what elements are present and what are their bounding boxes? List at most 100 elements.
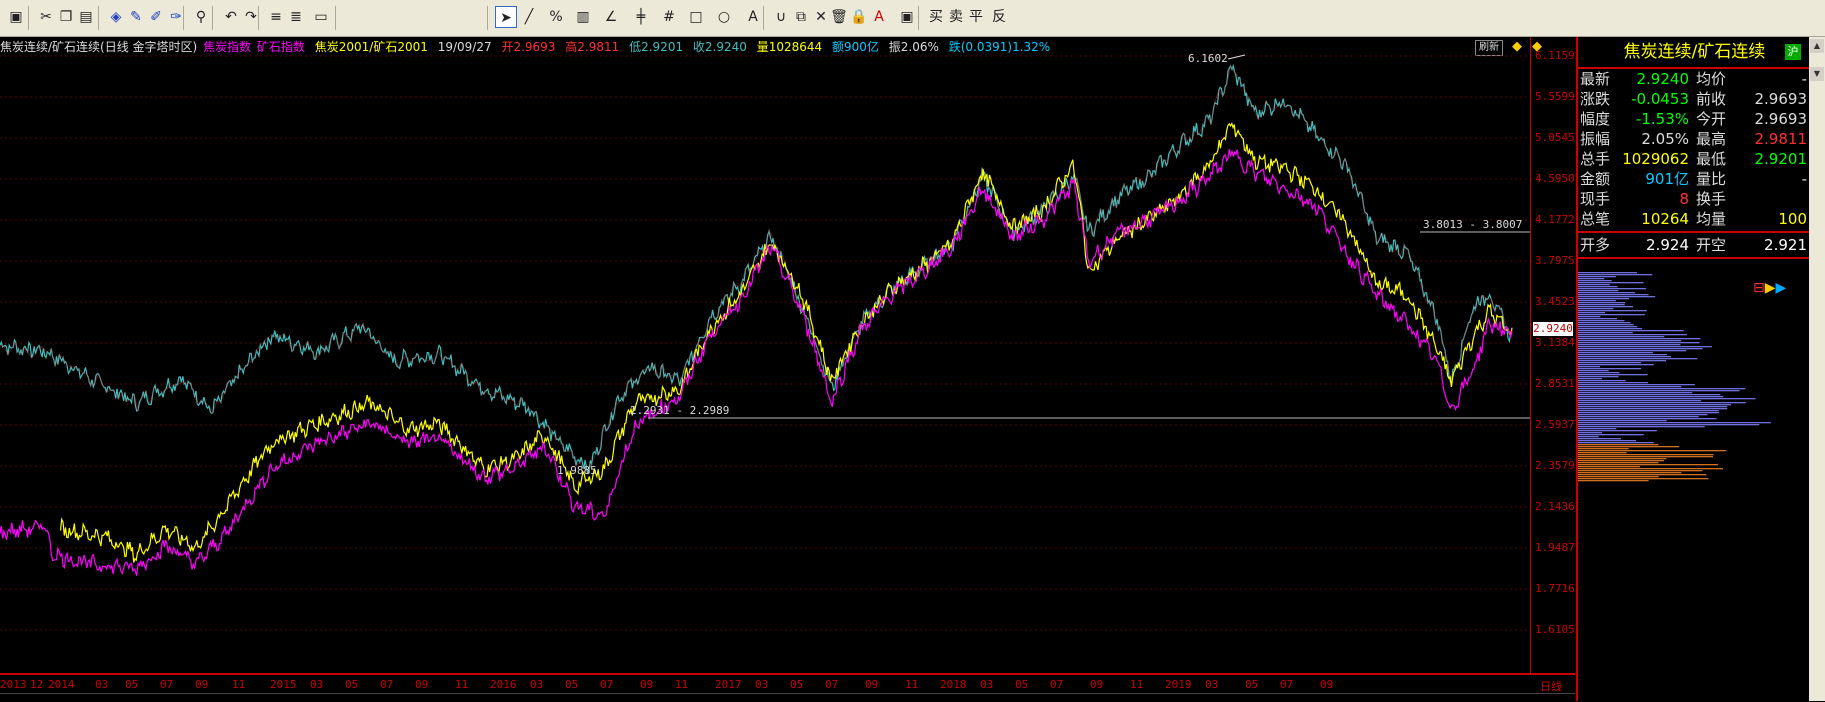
scroll-down-icon[interactable]: ▼ xyxy=(1810,67,1824,81)
toolbar-separator xyxy=(258,6,259,30)
time-axis-label: 03 xyxy=(755,678,769,691)
hash-tool-icon[interactable]: # xyxy=(658,6,680,28)
volume-profile-bar xyxy=(1578,272,1637,274)
volume-profile-bar xyxy=(1578,286,1618,288)
time-axis-label: 2019 xyxy=(1165,678,1192,691)
volume-profile-bar xyxy=(1578,304,1625,306)
volume-profile-bar xyxy=(1578,326,1638,328)
price-axis-label: 2.3579 xyxy=(1535,459,1575,472)
volume-profile-bar xyxy=(1578,364,1654,366)
volume-profile-bar xyxy=(1578,420,1667,422)
volume-profile-bar xyxy=(1578,386,1682,388)
volume-profile-bar xyxy=(1578,294,1649,296)
price-axis-label: 5.0545 xyxy=(1535,131,1575,144)
volume-profile-bar xyxy=(1578,374,1648,376)
quote-value: - xyxy=(1801,170,1807,188)
price-axis-label: 1.6105 xyxy=(1535,623,1575,636)
quote-value: -1.53% xyxy=(1635,110,1689,128)
price-axis-label: 5.5599 xyxy=(1535,90,1575,103)
sell-label[interactable]: 卖 xyxy=(945,6,967,28)
volume-profile-bar xyxy=(1578,424,1760,426)
volume-profile-bar xyxy=(1578,348,1703,350)
quote-label: 量比 xyxy=(1696,170,1727,188)
current-price-tag: 2.9240 xyxy=(1533,322,1573,336)
volume-profile-bar xyxy=(1578,428,1617,430)
scroll-up-icon[interactable]: ▲ xyxy=(1810,39,1824,53)
price-chart[interactable]: 6.1602 1.9885 2.2931 - 2.2989 3.8013 - 3.80… xyxy=(0,37,1530,673)
volume-profile-bar xyxy=(1578,434,1644,436)
time-axis-label: 11 xyxy=(905,678,919,691)
flat-label[interactable]: 平 xyxy=(965,6,987,28)
copy-icon[interactable]: ❐ xyxy=(55,6,77,28)
grid-tool-icon[interactable]: ▥ xyxy=(572,6,594,28)
volume-profile-bar xyxy=(1578,412,1720,414)
parallel-tool-icon[interactable]: ╪ xyxy=(630,6,652,28)
volume-profile-bar xyxy=(1578,456,1713,458)
toolbar-separator xyxy=(335,6,336,30)
cut-icon[interactable]: ✂ xyxy=(35,6,57,28)
buy-label[interactable]: 买 xyxy=(925,6,947,28)
pointer-icon[interactable]: ➤ xyxy=(495,6,517,28)
time-axis-label: 03 xyxy=(1205,678,1219,691)
time-axis-label: 09 xyxy=(415,678,429,691)
volume-profile-bar xyxy=(1578,398,1756,400)
volume-profile-bar xyxy=(1578,442,1654,444)
draw-tool-3-icon[interactable]: ✐ xyxy=(145,6,167,28)
volume-profile-bar xyxy=(1578,416,1699,418)
line-tool-icon[interactable]: ╱ xyxy=(518,6,540,28)
volume-profile-bar xyxy=(1578,278,1605,280)
volume-profile-bar xyxy=(1578,376,1619,378)
time-axis-label: 05 xyxy=(345,678,359,691)
time-axis-label: 09 xyxy=(1320,678,1334,691)
draw-tool-1-icon[interactable]: ◈ xyxy=(105,6,127,28)
outdent-icon[interactable]: ≣ xyxy=(285,6,307,28)
quote-value: -0.0453 xyxy=(1631,90,1689,108)
exchange-badge[interactable]: 沪 xyxy=(1785,44,1801,60)
volume-profile-bar xyxy=(1578,340,1682,342)
ellipse-tool-icon[interactable]: ○ xyxy=(713,6,735,28)
panel-tool-icons[interactable]: ⊟▶▶ xyxy=(1753,280,1786,296)
quote-label: 今开 xyxy=(1696,110,1727,128)
angle-tool-icon[interactable]: ∠ xyxy=(600,6,622,28)
draw-tool-2-icon[interactable]: ✎ xyxy=(125,6,147,28)
volume-profile-bar xyxy=(1578,382,1649,384)
price-axis-label: 3.7975 xyxy=(1535,254,1575,267)
find-icon[interactable]: ⚲ xyxy=(190,6,212,28)
volume-profile-bar xyxy=(1578,436,1599,438)
quote-label: 前收 xyxy=(1696,90,1727,108)
price-axis-label: 1.7716 xyxy=(1535,582,1575,595)
rect-tool-icon[interactable]: □ xyxy=(685,6,707,28)
percent-tool-icon[interactable]: % xyxy=(545,6,567,28)
layer-icon[interactable]: ▭ xyxy=(310,6,332,28)
price-axis-label: 4.1772 xyxy=(1535,213,1575,226)
volume-profile-bar xyxy=(1578,480,1649,482)
paste-icon[interactable]: ▤ xyxy=(75,6,97,28)
quote-title: 焦炭连续/矿石连续 沪 xyxy=(1578,37,1811,69)
magnet-icon[interactable]: ∪ xyxy=(770,6,792,28)
indent-icon[interactable]: ≡ xyxy=(265,6,287,28)
save-icon[interactable]: ▣ xyxy=(5,6,27,28)
volume-profile-bar xyxy=(1578,350,1687,352)
copy-shape-icon[interactable]: ⧉ xyxy=(790,6,812,28)
trash-icon[interactable]: 🗑 xyxy=(828,6,850,28)
text-tool-icon[interactable]: A xyxy=(742,6,764,28)
right-scrollbar[interactable]: ▲ ▼ xyxy=(1809,37,1825,701)
save-shape-icon[interactable]: ▣ xyxy=(896,6,918,28)
lock-icon[interactable]: 🔒 xyxy=(848,6,870,28)
period-label[interactable]: 日线 xyxy=(1540,678,1562,694)
time-axis-label: 11 xyxy=(675,678,689,691)
time-axis-label: 11 xyxy=(1130,678,1144,691)
color-tool-icon[interactable]: A xyxy=(868,6,890,28)
time-axis-label: 2014 xyxy=(48,678,75,691)
volume-profile-bar xyxy=(1578,422,1771,424)
volume-profile-bar xyxy=(1578,342,1700,344)
volume-profile-bar xyxy=(1578,338,1701,340)
quote-value: 2.9693 xyxy=(1754,110,1808,128)
time-axis-label: 09 xyxy=(865,678,879,691)
volume-profile-bar xyxy=(1578,406,1728,408)
quote-value: 1029062 xyxy=(1622,150,1689,168)
toolbar-separator xyxy=(763,6,764,30)
undo-icon[interactable]: ↶ xyxy=(220,6,242,28)
quote-label: 幅度 xyxy=(1580,110,1611,128)
reverse-label[interactable]: 反 xyxy=(988,6,1010,28)
